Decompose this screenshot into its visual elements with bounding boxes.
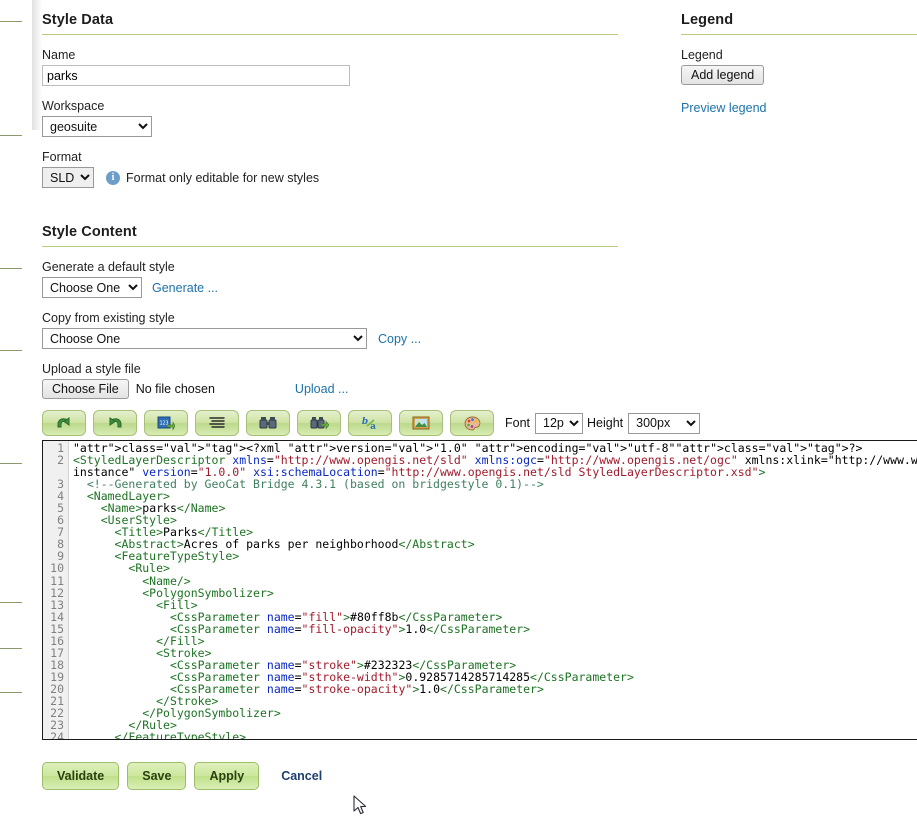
choose-file-button[interactable]: Choose File [42,379,129,399]
upload-link[interactable]: Upload ... [295,382,349,396]
sidebar-separator [0,350,22,351]
line-number: 11 [43,575,64,587]
sidebar-separator [0,21,22,22]
save-button[interactable]: Save [127,762,186,790]
upload-label: Upload a style file [42,362,618,376]
insert-image-icon[interactable] [399,410,443,436]
code-editor-panel: 123 [42,408,917,740]
find-next-icon[interactable] [297,410,341,436]
xml-code-editor[interactable]: 12.3456789101112131415161718192021222324… [42,440,917,740]
copy-existing-style-select[interactable]: Choose One [42,328,367,349]
selected-file-name: No file chosen [136,382,215,396]
code-line: </FeatureTypeStyle> [73,731,917,739]
line-number: 10 [43,562,64,574]
apply-button[interactable]: Apply [194,762,259,790]
preview-legend-link[interactable]: Preview legend [681,101,766,115]
line-number: 16 [43,635,64,647]
find-icon[interactable] [246,410,290,436]
name-label: Name [42,48,618,62]
font-size-select[interactable]: 12pt [535,413,583,434]
style-content-heading: Style Content [42,212,618,247]
line-number: 15 [43,623,64,635]
line-number: 13 [43,599,64,611]
undo-icon[interactable] [42,410,86,436]
form-actions: Validate Save Apply Cancel [42,762,322,790]
generate-label: Generate a default style [42,260,618,274]
code-line: <!--Generated by GeoCat Bridge 4.3.1 (ba… [73,478,917,490]
height-label: Height [587,416,623,430]
workspace-label: Workspace [42,99,618,113]
copy-label: Copy from existing style [42,311,618,325]
code-line: <FeatureTypeStyle> [73,550,917,562]
validate-button[interactable]: Validate [42,762,119,790]
code-line: <PolygonSymbolizer> [73,587,917,599]
code-line: </PolygonSymbolizer> [73,707,917,719]
format-row: SLD i Format only editable for new style… [42,167,618,188]
mouse-cursor [353,795,369,822]
legend-column: Legend Legend Add legend Preview legend [681,0,917,117]
main-column: Style Data Name Workspace geosuite Forma… [42,0,618,399]
style-editor-page: Style Data Name Workspace geosuite Forma… [0,0,917,840]
format-select[interactable]: SLD [42,167,94,188]
copy-link[interactable]: Copy ... [378,332,421,346]
generate-row: Choose One Generate ... [42,277,618,298]
goto-line-icon[interactable]: 123 [144,410,188,436]
sidebar-separator [0,268,22,269]
copy-row: Choose One Copy ... [42,328,618,349]
add-legend-button[interactable]: Add legend [681,65,764,85]
workspace-select[interactable]: geosuite [42,116,152,137]
info-icon: i [106,171,120,185]
editor-height-select[interactable]: 300px [628,413,700,434]
editor-toolbar: 123 [42,408,917,438]
style-data-heading: Style Data [42,0,618,35]
code-line: <Name>parks</Name> [73,502,917,514]
panel-edge-shadow [32,0,42,130]
code-line: <Rule> [73,562,917,574]
sidebar-separator [0,692,22,693]
font-label: Font [505,416,530,430]
sidebar-separator [0,463,22,464]
line-number-gutter: 12.3456789101112131415161718192021222324 [43,441,69,739]
cancel-link[interactable]: Cancel [281,769,322,783]
format-label: Format [42,150,618,164]
upload-row: Choose File No file chosen Upload ... [42,379,618,399]
generate-link[interactable]: Generate ... [152,281,218,295]
line-number: 14 [43,611,64,623]
legend-heading: Legend [681,0,917,35]
generate-default-style-select[interactable]: Choose One [42,277,142,298]
sidebar-separator [0,602,22,603]
color-palette-icon[interactable] [450,410,494,436]
line-number: 12 [43,587,64,599]
sidebar-separator [0,135,22,136]
code-text-area[interactable]: "attr">class="val">"tag"><?xml "attr">ve… [69,441,917,739]
legend-label: Legend [681,48,917,62]
line-number: 24 [43,731,64,740]
replace-icon[interactable]: b a [348,410,392,436]
style-name-input[interactable] [42,65,350,86]
sidebar-separator [0,648,22,649]
sidebar-clipped-strip [0,0,32,840]
format-hint-text: Format only editable for new styles [126,171,319,185]
redo-icon[interactable] [93,410,137,436]
format-indent-icon[interactable] [195,410,239,436]
